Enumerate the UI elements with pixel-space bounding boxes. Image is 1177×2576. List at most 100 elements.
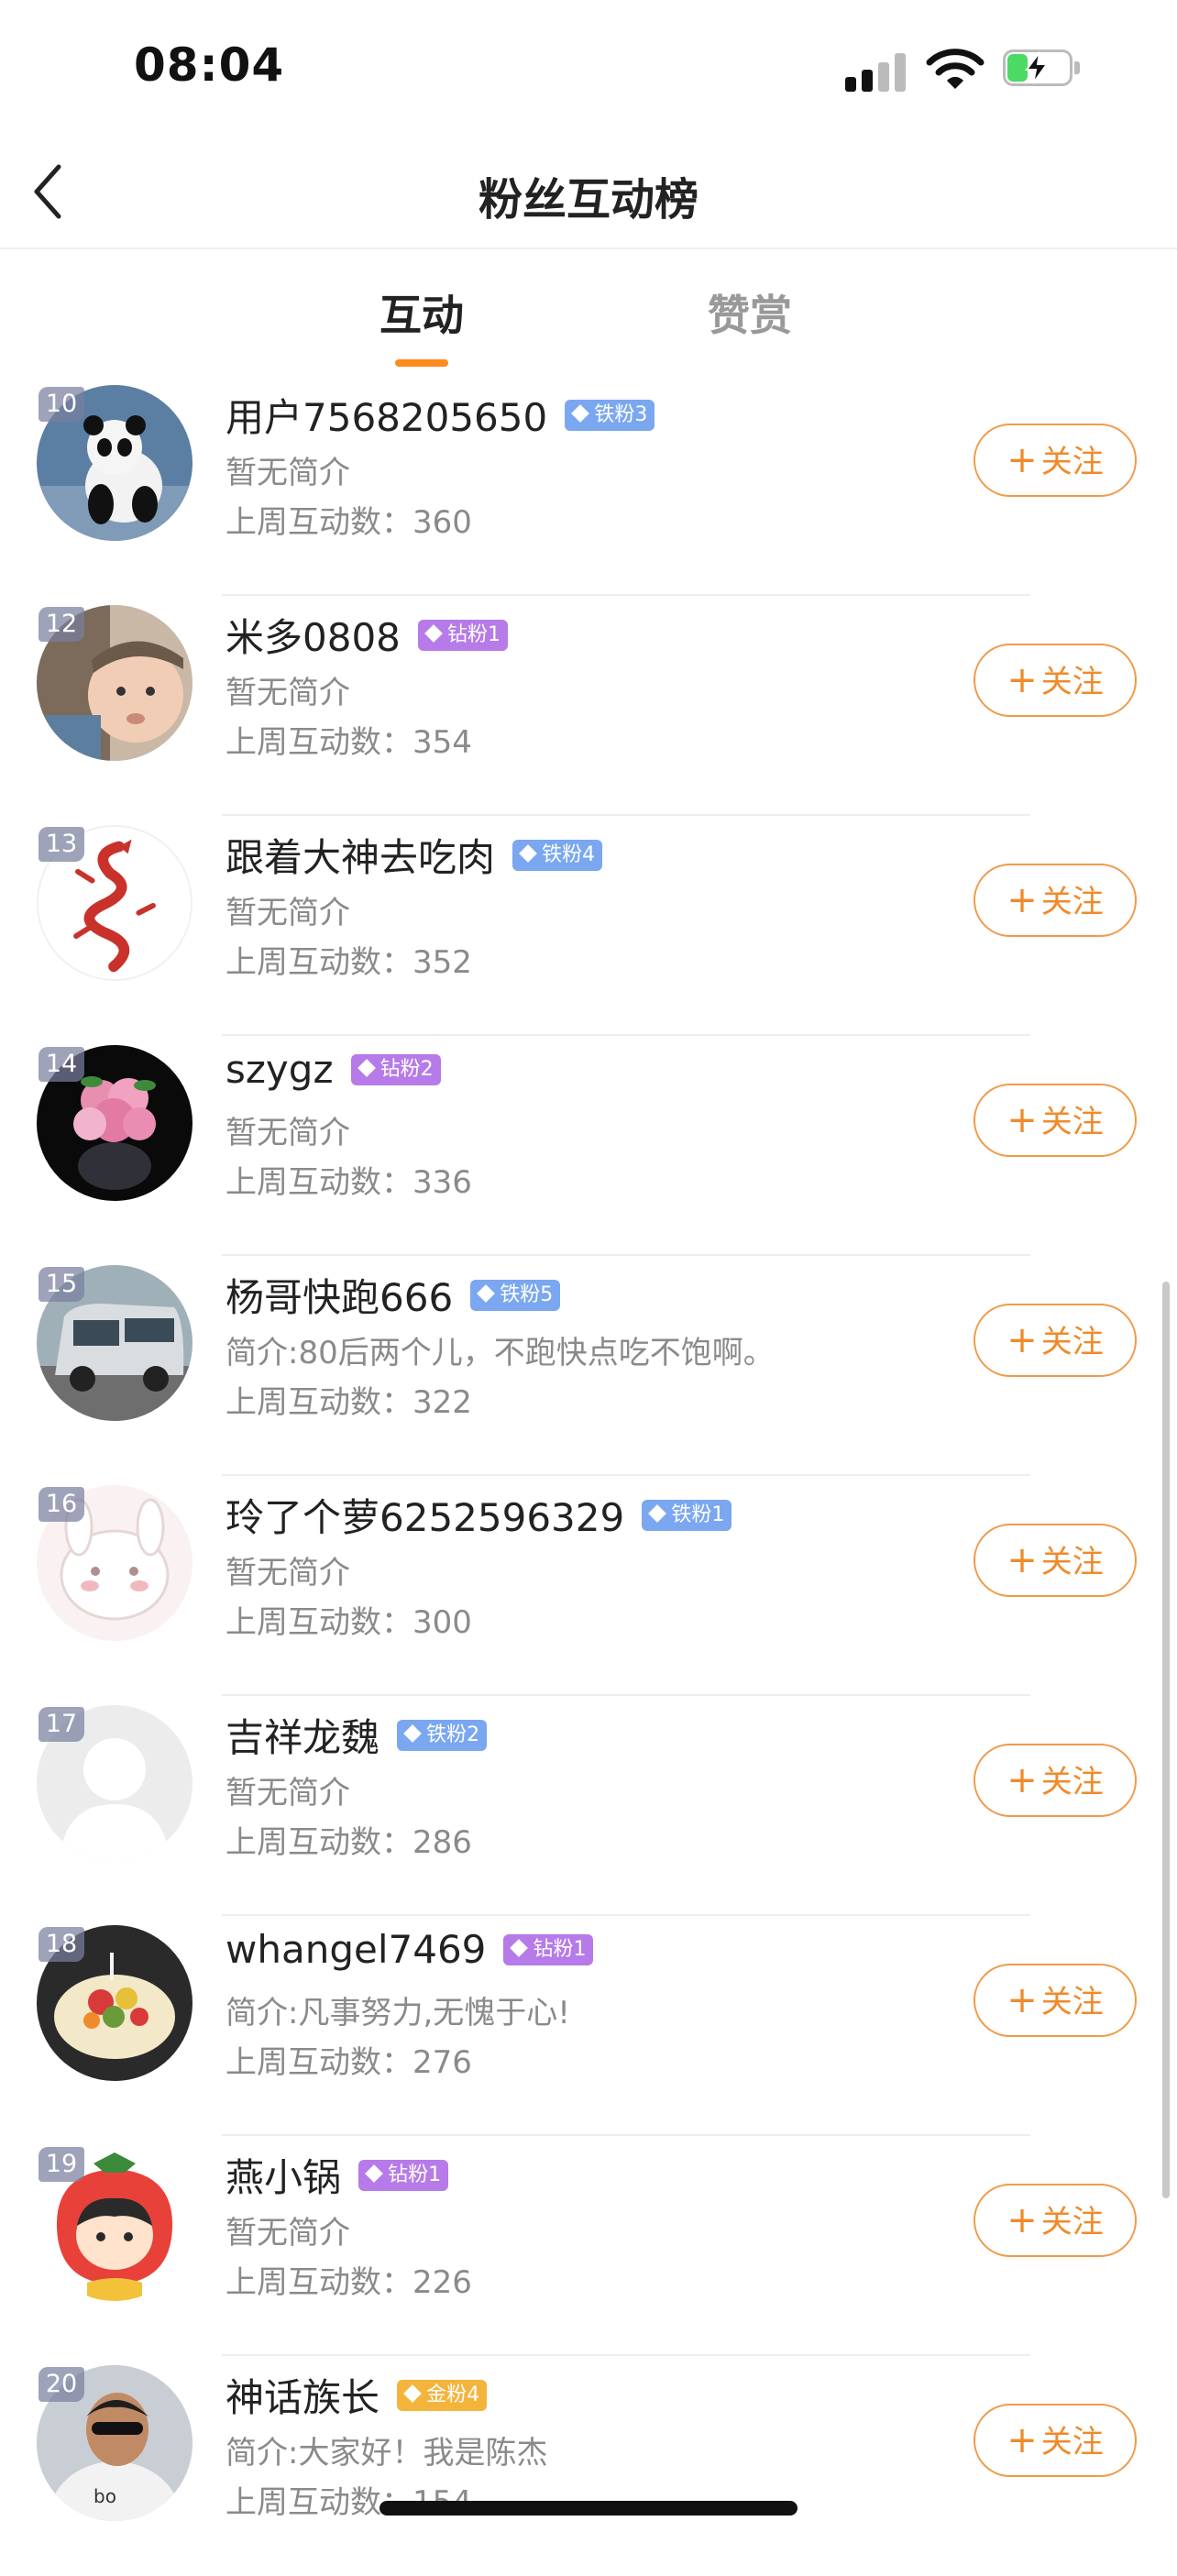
fan-bio: 暂无简介	[226, 675, 350, 711]
plus-icon: +	[1006, 2199, 1038, 2241]
diamond-icon	[519, 843, 538, 863]
fan-row[interactable]: 17 吉祥龙魏 铁粉2 暂无简介 上周互动数：286 + 关注	[0, 1696, 1177, 1916]
plus-icon: +	[1006, 2419, 1038, 2461]
diamond-icon	[424, 623, 443, 643]
cellular-signal-icon	[845, 51, 909, 92]
rank-badge: 19	[38, 2147, 84, 2182]
follow-button[interactable]: + 关注	[974, 424, 1137, 497]
fan-bio: 暂无简介	[226, 895, 350, 931]
fan-level-badge: 钻粉1	[358, 2159, 449, 2191]
status-time: 08:04	[134, 39, 285, 92]
fan-bio: 暂无简介	[226, 2215, 350, 2251]
plus-icon: +	[1006, 439, 1038, 481]
svg-text:bo: bo	[94, 2485, 116, 2507]
diamond-icon	[365, 2163, 384, 2183]
fan-bio: 简介:80后两个儿，不跑快点吃不饱啊。	[226, 1335, 775, 1371]
home-indicator[interactable]	[380, 2501, 798, 2515]
fan-row[interactable]: 19 燕小锅 钻粉1 暂无简介 上周互动数：226 + 关注	[0, 2136, 1177, 2356]
fan-bio: 简介:凡事努力,无愧于心!	[226, 1995, 570, 2031]
fan-level-badge: 铁粉3	[565, 399, 655, 431]
plus-icon: +	[1006, 1319, 1038, 1361]
diamond-icon	[510, 1938, 529, 1957]
rank-badge: 13	[38, 827, 84, 862]
weekly-interaction-count: 上周互动数：286	[226, 1824, 472, 1861]
fan-row[interactable]: 10 用户7568205650 铁粉3 暂无简介 上周互动数：360 + 关注	[0, 376, 1177, 596]
fan-row[interactable]: 15 杨哥快跑666 铁粉5 简介:80后两个儿，不跑快点吃不饱啊。 上周互动数…	[0, 1256, 1177, 1476]
diamond-icon	[571, 403, 590, 423]
fan-name[interactable]: szygz	[226, 1047, 334, 1092]
rank-badge: 15	[38, 1267, 84, 1302]
wifi-icon	[926, 46, 984, 92]
fan-name[interactable]: 米多0808	[226, 615, 401, 660]
rank-badge: 14	[38, 1047, 84, 1082]
scrollbar[interactable]	[1162, 1282, 1170, 2198]
fan-bio: 暂无简介	[226, 1775, 350, 1811]
page-title: 粉丝互动榜	[478, 174, 698, 226]
rank-badge: 10	[38, 387, 84, 422]
follow-button[interactable]: + 关注	[974, 1744, 1137, 1817]
tab-rewards[interactable]: 赞赏	[708, 282, 792, 343]
plus-icon: +	[1006, 879, 1038, 921]
rank-badge: 17	[38, 1707, 84, 1742]
weekly-interaction-count: 上周互动数：352	[226, 944, 472, 981]
fan-row[interactable]: 12 米多0808 钻粉1 暂无简介 上周互动数：354 + 关注	[0, 596, 1177, 816]
follow-button[interactable]: + 关注	[974, 864, 1137, 937]
tab-bar: 互动 赞赏	[0, 249, 1177, 378]
fan-level-badge: 钻粉1	[503, 1933, 594, 1965]
follow-button[interactable]: + 关注	[974, 1084, 1137, 1157]
follow-button[interactable]: + 关注	[974, 2184, 1137, 2257]
fan-bio: 暂无简介	[226, 1555, 350, 1591]
rank-badge: 18	[38, 1927, 84, 1962]
fan-level-badge: 金粉4	[397, 2379, 488, 2411]
fan-row[interactable]: 13 跟着大神去吃肉 铁粉4 暂无简介 上周互动数：352 + 关注	[0, 816, 1177, 1036]
fan-row[interactable]: 14 szygz 钻粉2 暂无简介 上周互动数：336 + 关注	[0, 1036, 1177, 1256]
status-bar: 08:04	[0, 0, 1177, 138]
crown-icon	[403, 2383, 423, 2403]
diamond-icon	[403, 1723, 423, 1743]
fan-bio: 简介:大家好！我是陈杰	[226, 2435, 548, 2471]
follow-button[interactable]: + 关注	[974, 1304, 1137, 1377]
fan-level-badge: 铁粉4	[512, 839, 603, 871]
fan-level-badge: 铁粉5	[470, 1279, 561, 1311]
weekly-interaction-count: 上周互动数：354	[226, 724, 472, 761]
fan-row[interactable]: 18 whangel7469 钻粉1 简介:凡事努力,无愧于心! 上周互动数：2…	[0, 1916, 1177, 2136]
rank-badge: 20	[38, 2367, 84, 2402]
fan-name[interactable]: 玲了个萝6252596329	[226, 1495, 624, 1540]
fan-name[interactable]: 用户7568205650	[226, 395, 547, 440]
follow-button[interactable]: + 关注	[974, 644, 1137, 717]
follow-button[interactable]: + 关注	[974, 1964, 1137, 2037]
follow-button[interactable]: + 关注	[974, 2404, 1137, 2477]
battery-charging-icon	[1003, 50, 1080, 86]
rank-badge: 12	[38, 607, 84, 642]
plus-icon: +	[1006, 1099, 1038, 1141]
fan-row[interactable]: 16 玲了个萝6252596329 铁粉1 暂无简介 上周互动数：300 + 关注	[0, 1476, 1177, 1696]
fan-level-badge: 铁粉1	[642, 1499, 732, 1531]
plus-icon: +	[1006, 659, 1038, 701]
plus-icon: +	[1006, 1759, 1038, 1801]
nav-bar: 粉丝互动榜	[0, 138, 1177, 249]
weekly-interaction-count: 上周互动数：336	[226, 1164, 472, 1201]
follow-button[interactable]: + 关注	[974, 1524, 1137, 1597]
fan-name[interactable]: 跟着大神去吃肉	[226, 835, 495, 880]
diamond-icon	[648, 1503, 667, 1523]
plus-icon: +	[1006, 1539, 1038, 1581]
weekly-interaction-count: 上周互动数：322	[226, 1384, 472, 1421]
fan-row[interactable]: bo 20 神话族长 金粉4 简介:大家好！我是陈杰 上周互动数：154 + 关注	[0, 2356, 1177, 2576]
diamond-icon	[477, 1283, 496, 1303]
weekly-interaction-count: 上周互动数：360	[226, 504, 472, 541]
rank-badge: 16	[38, 1487, 84, 1522]
fan-name[interactable]: 吉祥龙魏	[226, 1715, 380, 1760]
fan-name[interactable]: 杨哥快跑666	[226, 1275, 453, 1320]
fan-name[interactable]: 神话族长	[226, 2375, 380, 2420]
diamond-icon	[357, 1058, 376, 1077]
plus-icon: +	[1006, 1979, 1038, 2021]
weekly-interaction-count: 上周互动数：276	[226, 2044, 472, 2081]
fan-bio: 暂无简介	[226, 1115, 350, 1151]
tab-interaction[interactable]: 互动	[380, 282, 464, 343]
fan-name[interactable]: 燕小锅	[226, 2155, 341, 2200]
fan-ranking-list: 10 用户7568205650 铁粉3 暂无简介 上周互动数：360 + 关注 1…	[0, 376, 1177, 2576]
weekly-interaction-count: 上周互动数：226	[226, 2264, 472, 2301]
active-tab-indicator	[395, 359, 448, 367]
fan-bio: 暂无简介	[226, 455, 350, 491]
fan-name[interactable]: whangel7469	[226, 1927, 486, 1972]
